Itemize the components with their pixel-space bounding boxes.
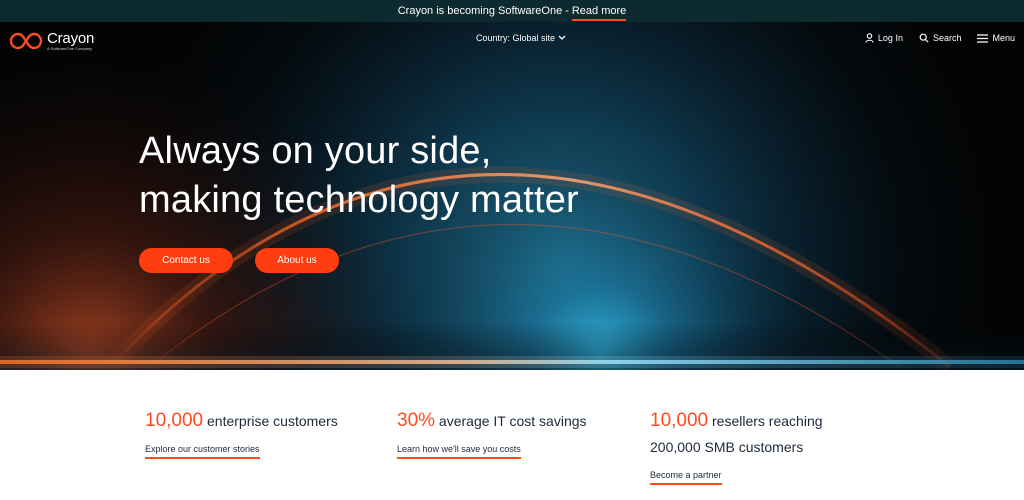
contact-us-button[interactable]: Contact us: [139, 248, 233, 273]
country-selector[interactable]: Country: Global site: [476, 33, 566, 43]
become-partner-link[interactable]: Become a partner: [650, 470, 722, 485]
stat-resellers: 10,000 resellers reaching 200,000 SMB cu…: [650, 408, 823, 485]
announcement-bar: Crayon is becoming SoftwareOne - Read mo…: [0, 0, 1024, 22]
login-button[interactable]: Log In: [865, 33, 903, 43]
stat-number: 10,000: [145, 410, 204, 431]
stat-text-secondary: 200,000 SMB customers: [650, 439, 804, 455]
read-more-link[interactable]: Read more: [571, 5, 627, 21]
save-costs-link[interactable]: Learn how we'll save you costs: [397, 444, 521, 459]
logo-subtitle: A SoftwareOne Company: [47, 46, 93, 51]
stat-text: enterprise customers: [207, 413, 338, 429]
menu-label: Menu: [992, 33, 1015, 43]
search-label: Search: [932, 33, 962, 43]
stat-cost-savings: 30% average IT cost savings Learn how we…: [397, 408, 587, 459]
country-label: Country: Global site: [476, 33, 556, 43]
customer-stories-link[interactable]: Explore our customer stories: [145, 444, 260, 459]
user-icon: [865, 33, 874, 43]
stat-text: resellers reaching: [712, 413, 823, 429]
announcement-text: Crayon is becoming SoftwareOne: [397, 5, 563, 17]
search-button[interactable]: Search: [919, 33, 962, 43]
crayon-logo[interactable]: Crayon A SoftwareOne Company: [9, 30, 95, 51]
hero-section: Crayon A SoftwareOne Company Country: Gl…: [0, 22, 1024, 370]
about-us-button[interactable]: About us: [255, 248, 339, 273]
top-navigation: Crayon A SoftwareOne Company Country: Gl…: [0, 22, 1024, 56]
logo-name: Crayon: [47, 30, 95, 47]
crayon-logo-icon: [9, 32, 43, 50]
stat-enterprise-customers: 10,000 enterprise customers Explore our …: [145, 408, 338, 459]
search-icon: [919, 33, 929, 43]
stat-number: 30%: [397, 410, 436, 431]
stat-number: 10,000: [650, 410, 709, 431]
menu-button[interactable]: Menu: [977, 33, 1015, 43]
stat-text: average IT cost savings: [438, 413, 587, 429]
headline-line-2: making technology matter: [139, 179, 579, 221]
announcement-separator: -: [565, 5, 569, 17]
login-label: Log In: [877, 33, 903, 43]
chevron-down-icon: [558, 35, 566, 40]
stats-section: 10,000 enterprise customers Explore our …: [0, 370, 1024, 500]
menu-icon: [977, 33, 989, 43]
headline-line-1: Always on your side,: [139, 130, 492, 172]
hero-headline: Always on your side, making technology m…: [139, 127, 579, 225]
